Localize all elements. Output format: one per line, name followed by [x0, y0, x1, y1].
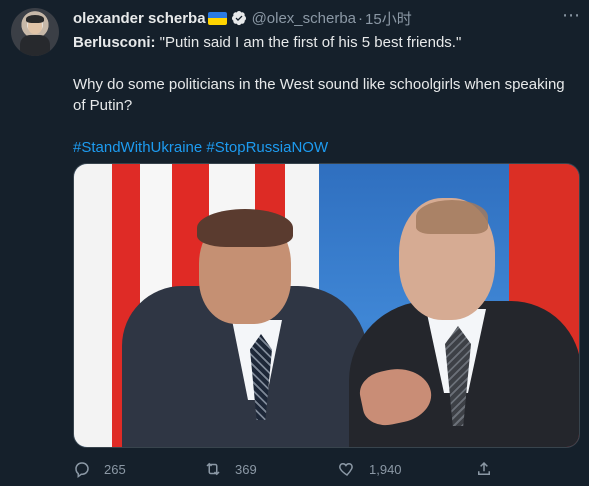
- author-name[interactable]: olexander scherba: [73, 10, 206, 27]
- quote-text: "Putin said I am the first of his 5 best…: [155, 34, 462, 51]
- reply-button[interactable]: 265: [73, 460, 126, 478]
- tweet-card[interactable]: olexander scherba @olex_scherba · 15小时 ⋯…: [0, 0, 589, 486]
- ukraine-flag-icon: [207, 11, 227, 25]
- left-person-hair: [197, 209, 293, 247]
- heart-icon: [339, 462, 353, 476]
- share-button[interactable]: [475, 460, 506, 478]
- author-handle[interactable]: @olex_scherba: [252, 10, 356, 27]
- like-button[interactable]: 1,940: [338, 460, 402, 478]
- reply-count: 265: [104, 461, 126, 477]
- share-icon: [478, 461, 490, 475]
- tweet-hashtags[interactable]: #StandWithUkraine #StopRussiaNOW: [73, 137, 578, 158]
- tweet-header: olexander scherba @olex_scherba · 15小时: [73, 8, 412, 28]
- tweet-text: Berlusconi: "Putin said I am the first o…: [73, 32, 578, 158]
- tweet-time[interactable]: 15小时: [365, 8, 412, 29]
- like-count: 1,940: [369, 461, 402, 477]
- tweet-actions: 265 369 1,940: [73, 458, 503, 480]
- avatar-hair: [26, 15, 44, 23]
- right-person-hair: [416, 200, 488, 234]
- separator-dot: ·: [358, 9, 364, 27]
- quote-speaker: Berlusconi:: [73, 34, 156, 51]
- tweet-body: Why do some politicians in the West soun…: [73, 76, 565, 114]
- tweet-quote-line: Berlusconi: "Putin said I am the first o…: [73, 32, 578, 53]
- retweet-count: 369: [235, 461, 257, 477]
- more-options-icon[interactable]: ⋯: [562, 6, 580, 25]
- verified-badge-icon: [231, 11, 246, 26]
- retweet-icon: [206, 462, 220, 476]
- retweet-button[interactable]: 369: [204, 460, 257, 478]
- tweet-photo[interactable]: [73, 163, 580, 448]
- reply-icon: [75, 462, 89, 478]
- author-avatar[interactable]: [11, 8, 59, 56]
- avatar-suit: [20, 35, 50, 56]
